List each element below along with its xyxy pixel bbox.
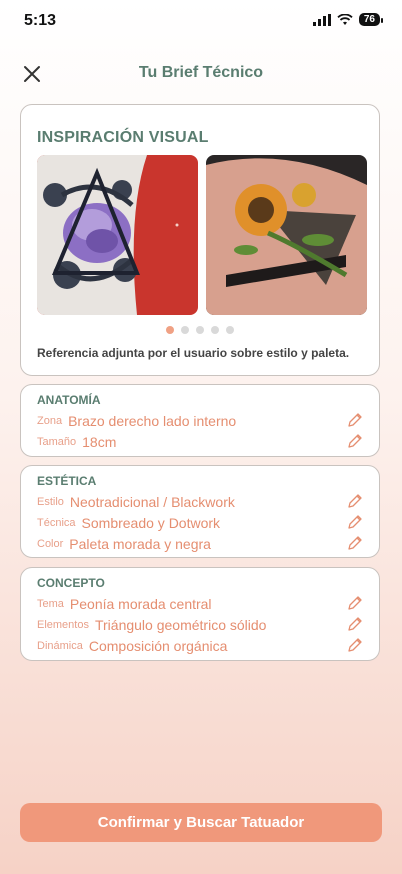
field-value: Sombreado y Dotwork	[81, 515, 221, 531]
field-label: Zona	[37, 415, 63, 427]
pencil-icon[interactable]	[347, 412, 363, 428]
field-value: 18cm	[82, 434, 117, 450]
field-value: Brazo derecho lado interno	[68, 413, 237, 429]
carousel-dot[interactable]	[211, 326, 219, 334]
carousel-dot[interactable]	[226, 326, 234, 334]
pencil-icon[interactable]	[347, 535, 363, 551]
concept-title: CONCEPTO	[37, 576, 105, 590]
field-label: Tamaño	[37, 436, 77, 448]
status-icons: 76	[312, 13, 384, 26]
aesthetics-row-estilo: Estilo Neotradicional / Blackwork	[37, 492, 363, 512]
field-value: Paleta morada y negra	[69, 536, 211, 552]
battery-indicator: 76	[358, 13, 384, 26]
carousel-dot[interactable]	[166, 326, 174, 334]
status-bar: 5:13 76	[0, 0, 402, 44]
aesthetics-row-color: Color Paleta morada y negra	[37, 534, 363, 554]
aesthetics-row-tecnica: Técnica Sombreado y Dotwork	[37, 513, 363, 533]
pencil-icon[interactable]	[347, 514, 363, 530]
inspiration-caption: Referencia adjunta por el usuario sobre …	[37, 346, 350, 360]
concept-row-dinamica: Dinámica Composición orgánica	[37, 636, 363, 656]
field-label: Tema	[37, 598, 64, 610]
concept-row-elementos: Elementos Triángulo geométrico sólido	[37, 615, 363, 635]
page-title: Tu Brief Técnico	[138, 64, 264, 81]
field-label: Técnica	[37, 517, 76, 529]
header: Tu Brief Técnico	[0, 58, 402, 90]
carousel-dot[interactable]	[196, 326, 204, 334]
anatomy-row-tamano: Tamaño 18cm	[37, 432, 363, 452]
field-value: Peonía morada central	[69, 596, 212, 612]
pencil-icon[interactable]	[347, 493, 363, 509]
field-label: Elementos	[37, 619, 89, 631]
field-label: Dinámica	[37, 640, 83, 652]
pencil-icon[interactable]	[347, 616, 363, 632]
status-time: 5:13	[24, 12, 57, 29]
aesthetics-title: ESTÉTICA	[37, 474, 97, 488]
anatomy-title: ANATOMÍA	[37, 393, 101, 407]
wifi-icon	[337, 13, 353, 25]
aesthetics-card: ESTÉTICA Estilo Neotradicional / Blackwo…	[20, 465, 380, 558]
signal-icon	[312, 13, 331, 26]
anatomy-card: ANATOMÍA Zona Brazo derecho lado interno…	[20, 384, 380, 457]
inspiration-title: INSPIRACIÓN VISUAL	[37, 129, 209, 146]
pencil-icon[interactable]	[347, 637, 363, 653]
carousel-indicator	[21, 326, 379, 334]
field-value: Composición orgánica	[88, 638, 228, 654]
field-value: Triángulo geométrico sólido	[94, 617, 267, 633]
field-label: Estilo	[37, 496, 64, 508]
reference-image-sunflower[interactable]	[206, 155, 367, 315]
field-value: Neotradicional / Blackwork	[69, 494, 235, 510]
concept-card: CONCEPTO Tema Peonía morada central Elem…	[20, 567, 380, 661]
carousel-dot[interactable]	[181, 326, 189, 334]
pencil-icon[interactable]	[347, 433, 363, 449]
reference-image-peony[interactable]	[37, 155, 198, 315]
pencil-icon[interactable]	[347, 595, 363, 611]
confirm-search-button[interactable]: Confirmar y Buscar Tatuador	[20, 803, 382, 842]
field-label: Color	[37, 538, 64, 550]
inspiration-card: INSPIRACIÓN VISUAL Referencia adjunta po…	[20, 104, 380, 376]
anatomy-row-zona: Zona Brazo derecho lado interno	[37, 411, 363, 431]
concept-row-tema: Tema Peonía morada central	[37, 594, 363, 614]
